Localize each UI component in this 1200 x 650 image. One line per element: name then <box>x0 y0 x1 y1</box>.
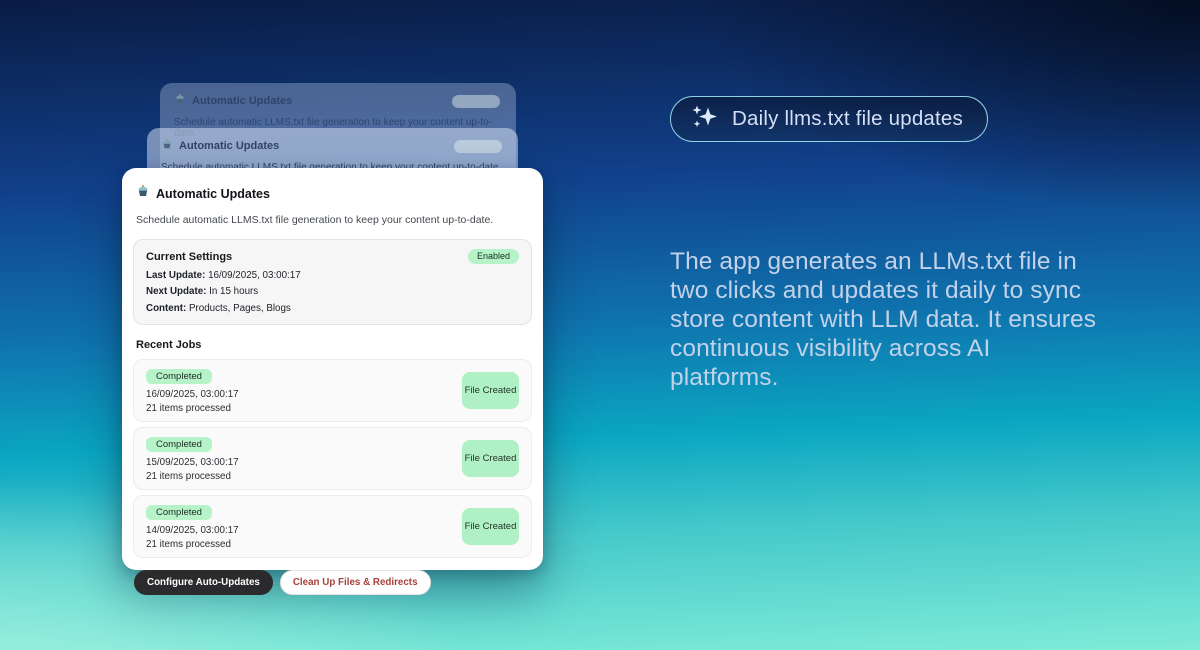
feature-description: The app generates an LLMs.txt file in tw… <box>670 247 1098 392</box>
content-value: Products, Pages, Blogs <box>186 303 291 314</box>
current-settings-panel: Current Settings Enabled Last Update: 16… <box>133 239 532 325</box>
current-settings-heading: Current Settings <box>146 251 232 263</box>
last-update-value: 16/09/2025, 03:00:17 <box>205 270 300 281</box>
cupcake-icon <box>161 138 173 153</box>
job-row-1: Completed 16/09/2025, 03:00:17 21 items … <box>133 359 532 422</box>
job-status-badge: Completed <box>146 369 212 385</box>
job-date: 16/09/2025, 03:00:17 <box>146 389 239 400</box>
automatic-updates-card: Automatic Updates Schedule automatic LLM… <box>122 168 543 570</box>
job-row-2: Completed 15/09/2025, 03:00:17 21 items … <box>133 427 532 490</box>
stacked-card-title: Automatic Updates <box>192 95 292 107</box>
stacked-status-badge <box>454 140 502 153</box>
job-date: 15/09/2025, 03:00:17 <box>146 457 239 468</box>
file-created-chip[interactable]: File Created <box>462 372 519 409</box>
next-update-row: Next Update: In 15 hours <box>146 286 519 297</box>
configure-auto-updates-button[interactable]: Configure Auto-Updates <box>134 570 273 596</box>
content-row: Content: Products, Pages, Blogs <box>146 303 519 314</box>
job-items-count: 21 items processed <box>146 403 239 414</box>
last-update-row: Last Update: 16/09/2025, 03:00:17 <box>146 270 519 281</box>
job-items-count: 21 items processed <box>146 539 239 550</box>
stacked-card-title: Automatic Updates <box>179 140 279 152</box>
cupcake-icon <box>136 184 150 203</box>
job-row-3: Completed 14/09/2025, 03:00:17 21 items … <box>133 495 532 558</box>
next-update-value: In 15 hours <box>206 286 258 297</box>
card-title: Automatic Updates <box>156 187 270 201</box>
recent-jobs-heading: Recent Jobs <box>136 339 532 351</box>
job-date: 14/09/2025, 03:00:17 <box>146 525 239 536</box>
feature-badge-label: Daily llms.txt file updates <box>732 107 963 131</box>
next-update-label: Next Update: <box>146 286 206 297</box>
job-status-badge: Completed <box>146 437 212 453</box>
enabled-status-badge: Enabled <box>468 249 519 264</box>
feature-badge: Daily llms.txt file updates <box>670 96 988 142</box>
job-status-badge: Completed <box>146 505 212 521</box>
file-created-chip[interactable]: File Created <box>462 440 519 477</box>
clean-up-files-button[interactable]: Clean Up Files & Redirects <box>280 570 431 596</box>
last-update-label: Last Update: <box>146 270 205 281</box>
stacked-status-badge <box>452 95 500 108</box>
cupcake-icon <box>174 93 186 108</box>
job-items-count: 21 items processed <box>146 471 239 482</box>
file-created-chip[interactable]: File Created <box>462 508 519 545</box>
sparkles-icon <box>689 102 719 137</box>
page-background: Automatic Updates Schedule automatic LLM… <box>0 0 1200 650</box>
content-label: Content: <box>146 303 186 314</box>
card-subtitle: Schedule automatic LLMS.txt file generat… <box>136 214 532 226</box>
card-header: Automatic Updates <box>136 184 532 203</box>
